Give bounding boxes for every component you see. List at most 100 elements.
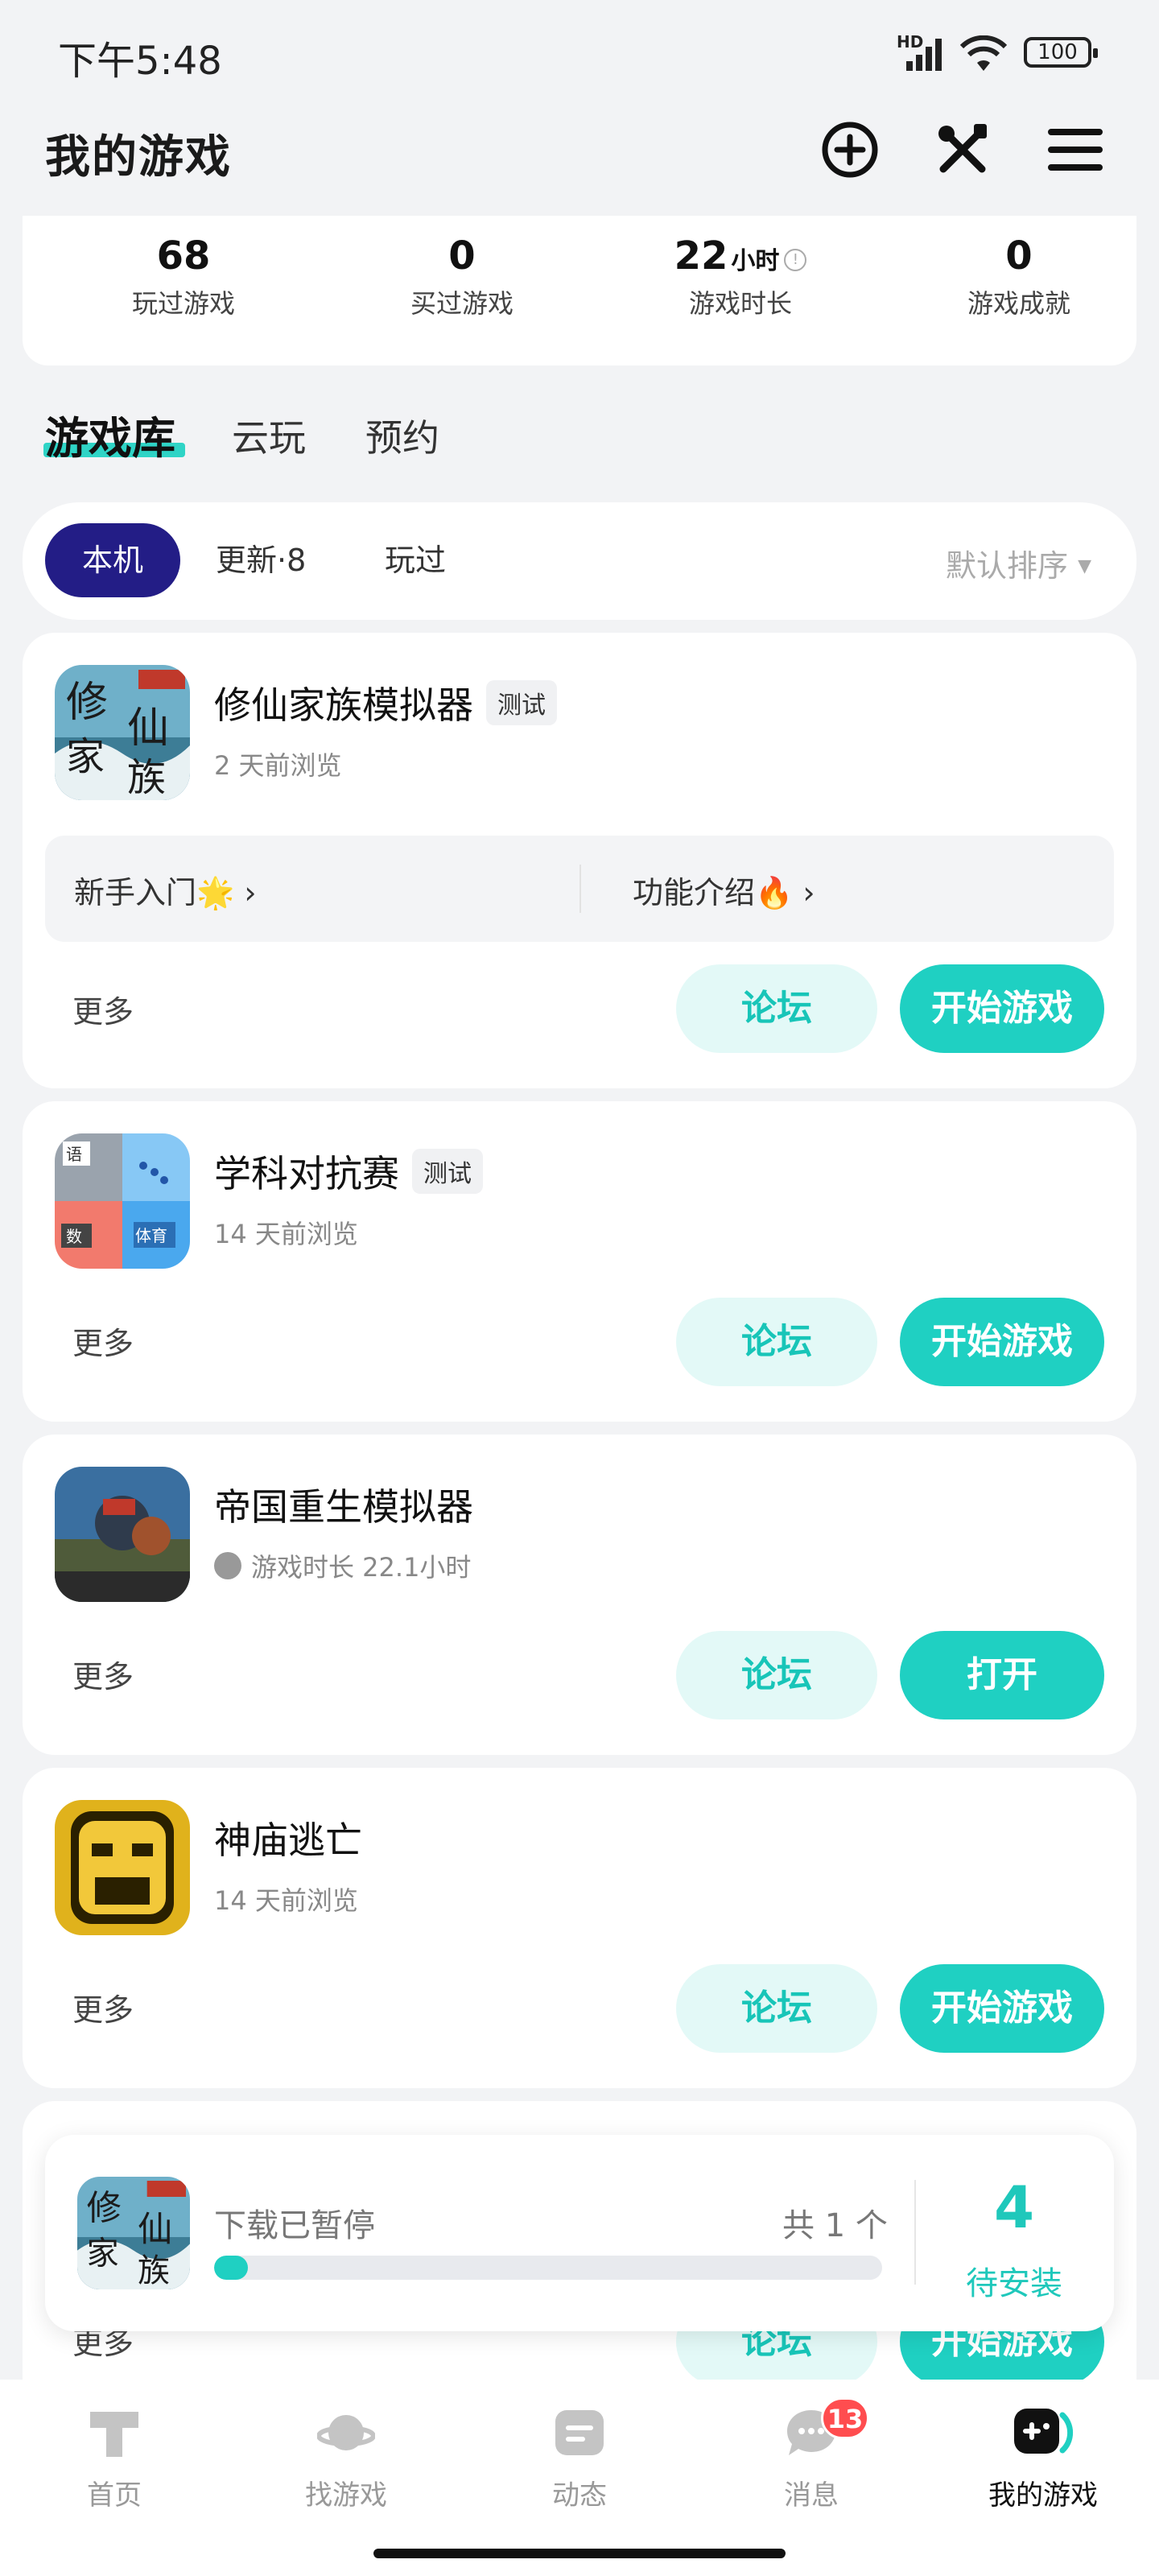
more-link[interactable]: 更多 [72,1652,134,1696]
open-button[interactable]: 打开 [900,1631,1104,1719]
game-icon-subject-battle: 语 数 体育 [55,1133,190,1269]
game-subtitle: 14 天前浏览 [214,1219,358,1249]
page-title: 我的游戏 [45,131,232,184]
forum-button[interactable]: 论坛 [676,1631,877,1719]
tools-icon[interactable] [930,118,995,182]
nav-home[interactable]: 首页 [34,2404,195,2512]
filter-chip-updates[interactable]: 更新·8 [192,523,330,597]
svg-text:仙: 仙 [127,704,169,753]
forum-button[interactable]: 论坛 [676,1964,877,2053]
stat-played[interactable]: 68 玩过游戏 [47,233,320,320]
game-card[interactable]: 神庙逃亡 14 天前浏览 更多 论坛 开始游戏 [23,1768,1136,2088]
home-indicator[interactable] [373,2549,786,2558]
filter-chip-local[interactable]: 本机 [45,523,180,597]
forum-button[interactable]: 论坛 [676,1298,877,1386]
stat-playtime[interactable]: 22 小时! 游戏时长 [604,233,877,320]
guide-link-beginner[interactable]: 新手入门🌟 › [74,868,257,912]
game-title: 修仙家族模拟器 测试 [214,676,557,729]
playtime-text: 游戏时长 22.1小时 [251,1552,472,1583]
stat-value: 0 [1005,233,1033,279]
svg-text:语: 语 [66,1145,82,1164]
pending-install-count[interactable]: 4 [934,2174,1095,2241]
download-progress-fill [214,2256,248,2280]
download-progress-bar [214,2256,882,2280]
unread-badge: 13 [821,2397,869,2439]
svg-text:体育: 体育 [135,1226,167,1245]
chevron-right-icon: › [244,875,257,910]
menu-icon[interactable] [1043,118,1107,182]
timer-icon [214,1552,241,1579]
svg-text:仙: 仙 [138,2210,172,2250]
game-card[interactable]: 修 仙 家 族 修仙家族模拟器 测试 2 天前浏览 新手入门🌟 › 功能介绍🔥 ›… [23,633,1136,1088]
nav-label: 首页 [87,2479,142,2512]
game-title-text: 学科对抗赛 [214,1152,399,1195]
game-title: 帝国重生模拟器 [214,1478,473,1531]
status-bar: 下午5:48 HD 100 [0,0,1159,105]
caret-down-icon: ▼ [1078,556,1091,576]
filter-bar: 本机 更新·8 玩过 默认排序 ▼ [23,502,1136,620]
home-icon [90,2412,138,2457]
planet-icon [316,2415,376,2450]
game-subtitle: 游戏时长 22.1小时 [214,1547,471,1584]
info-icon[interactable]: ! [784,249,807,271]
game-icon-temple-run [55,1800,190,1935]
nav-feed[interactable]: 动态 [499,2404,660,2512]
stat-label: 游戏时长 [688,288,792,319]
nav-label: 我的游戏 [988,2479,1098,2512]
guide-link-label: 功能介绍🔥 [633,875,794,910]
stats-card: 68 玩过游戏 0 买过游戏 22 小时! 游戏时长 0 游戏成就 [23,216,1136,365]
nav-label: 消息 [784,2479,839,2512]
divider [580,865,581,913]
svg-text:族: 族 [127,755,166,800]
svg-text:族: 族 [138,2252,170,2289]
add-circle-icon[interactable] [818,118,882,182]
guide-link-label: 新手入门🌟 [74,875,235,910]
game-subtitle: 14 天前浏览 [214,1885,358,1916]
tab-cloud[interactable]: 云玩 [232,409,306,462]
more-link[interactable]: 更多 [72,1319,134,1363]
nav-label: 动态 [552,2479,607,2512]
stat-label: 买过游戏 [410,288,514,319]
stat-label: 玩过游戏 [131,288,235,319]
stat-value: 22 [674,233,728,279]
nav-my-games[interactable]: 我的游戏 [963,2404,1124,2512]
game-subtitle: 2 天前浏览 [214,750,342,781]
stat-bought[interactable]: 0 买过游戏 [325,233,599,320]
stat-unit: 小时 [731,247,780,275]
divider [914,2180,916,2285]
test-badge: 测试 [486,680,557,725]
chevron-right-icon: › [802,875,815,910]
forum-button[interactable]: 论坛 [676,964,877,1053]
start-game-button[interactable]: 开始游戏 [900,1298,1104,1386]
tab-reservation[interactable]: 预约 [365,409,439,462]
start-game-button[interactable]: 开始游戏 [900,964,1104,1053]
pending-install-label[interactable]: 待安装 [934,2257,1095,2304]
guide-row: 新手入门🌟 › 功能介绍🔥 › [45,836,1114,942]
more-link[interactable]: 更多 [72,987,134,1031]
battery-icon: 100 [1024,37,1098,68]
svg-text:修: 修 [87,2188,122,2228]
svg-text:家: 家 [66,734,105,779]
download-panel[interactable]: 修 仙 家 族 下载已暂停 共 1 个 4 待安装 [45,2135,1114,2331]
game-icon-xiuxian: 修 仙 家 族 [55,665,190,800]
test-badge: 测试 [412,1149,483,1194]
tab-library[interactable]: 游戏库 [45,402,175,466]
game-title-text: 帝国重生模拟器 [214,1485,473,1529]
sort-dropdown[interactable]: 默认排序 ▼ [946,541,1091,585]
game-card[interactable]: 语 数 体育 学科对抗赛 测试 14 天前浏览 更多 论坛 开始游戏 [23,1101,1136,1422]
game-title-text: 修仙家族模拟器 [214,683,473,727]
bottom-nav: 首页 找游戏 动态 13 消息 我的游戏 [0,2380,1159,2576]
start-game-button[interactable]: 开始游戏 [900,1964,1104,2053]
stat-value: 68 [156,233,211,279]
download-count: 共 1 个 [782,2207,888,2244]
nav-label: 找游戏 [305,2479,387,2512]
filter-chip-played[interactable]: 玩过 [361,523,470,597]
svg-text:数: 数 [66,1227,82,1246]
stat-achievements[interactable]: 0 游戏成就 [882,233,1156,320]
sort-label: 默认排序 [945,548,1068,584]
guide-link-features[interactable]: 功能介绍🔥 › [633,868,815,912]
game-card[interactable]: 帝国重生模拟器 游戏时长 22.1小时 更多 论坛 打开 [23,1435,1136,1755]
nav-discover[interactable]: 找游戏 [266,2404,427,2512]
more-link[interactable]: 更多 [72,1985,134,2029]
nav-messages[interactable]: 13 消息 [731,2397,892,2512]
